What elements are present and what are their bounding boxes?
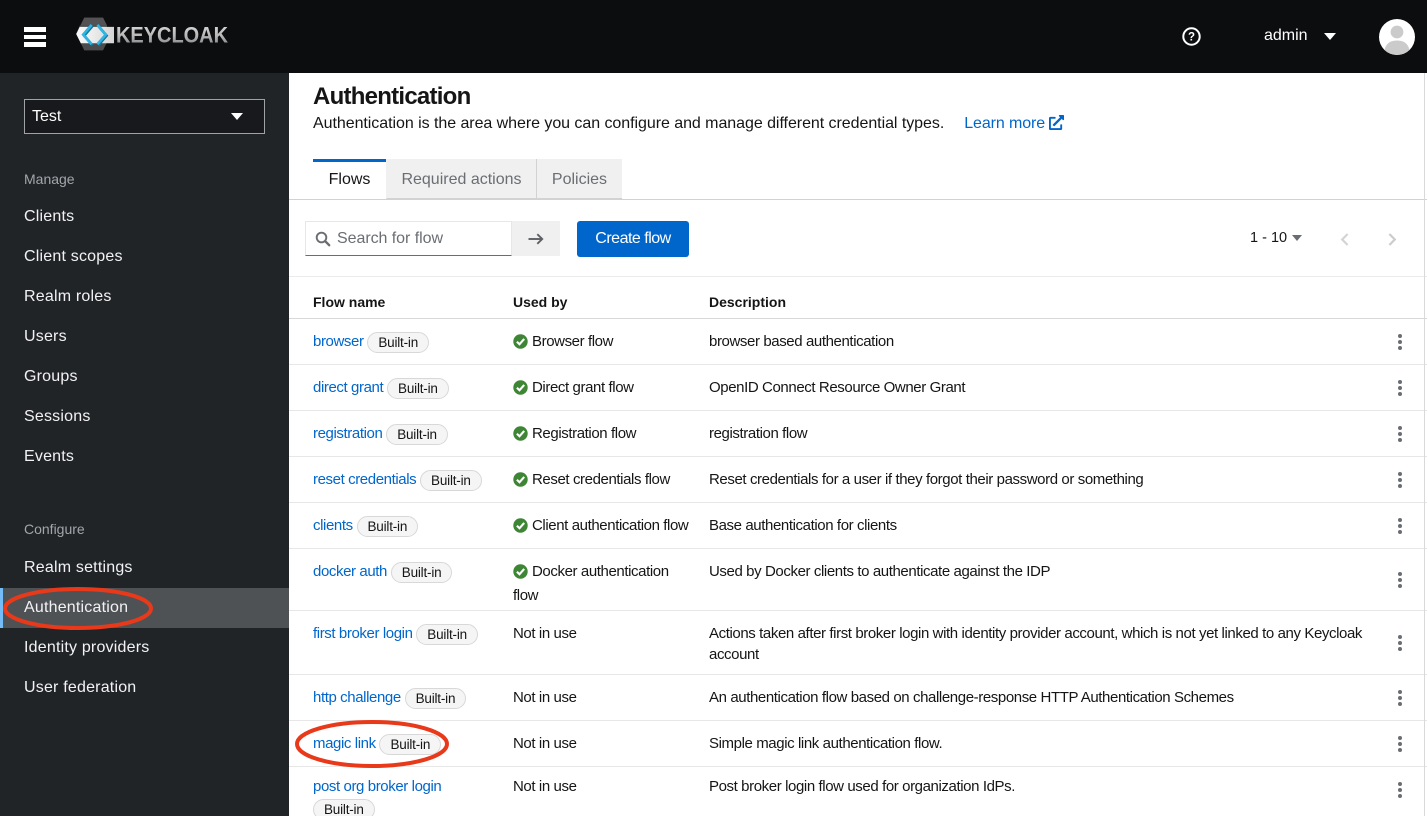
svg-text:KEYCLOAK: KEYCLOAK xyxy=(116,23,228,48)
svg-text:?: ? xyxy=(1188,32,1195,44)
